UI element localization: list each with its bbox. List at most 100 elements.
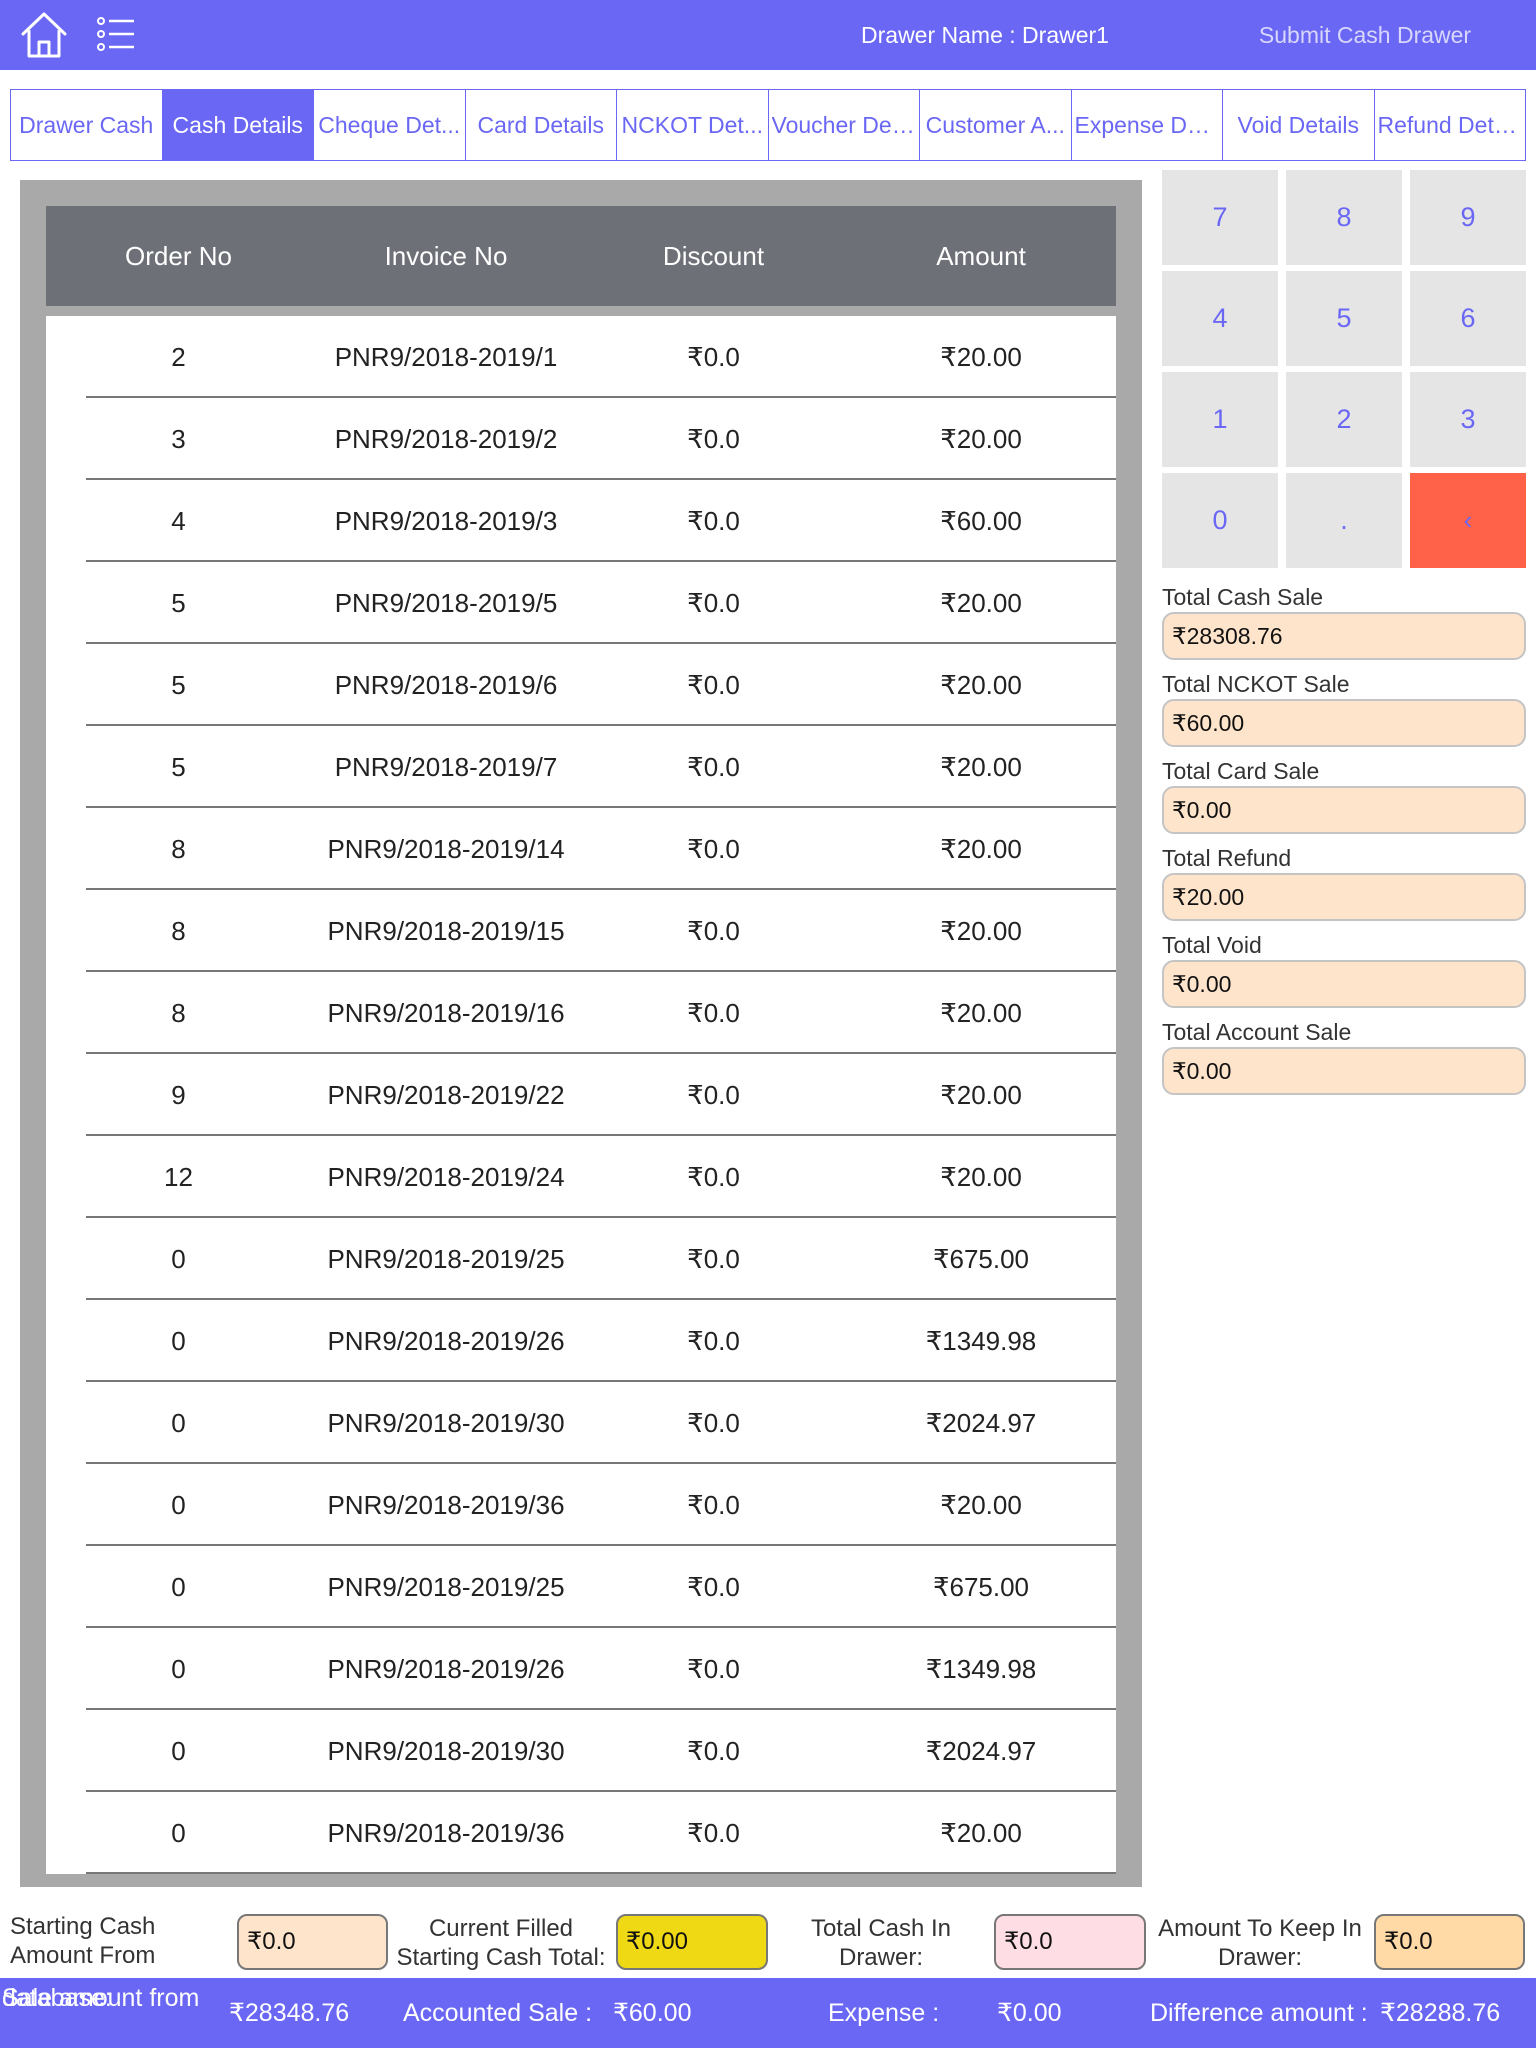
key-8[interactable]: 8 [1286, 170, 1402, 265]
totals-panel: Total Cash Sale ₹28308.76 Total NCKOT Sale… [1162, 582, 1526, 1104]
table-row[interactable]: 8 PNR9/2018-2019/16 ₹0.0 ₹20.00 [46, 972, 1116, 1054]
backspace-key[interactable]: ‹ [1410, 473, 1526, 568]
table-row[interactable]: 2 PNR9/2018-2019/1 ₹0.0 ₹20.00 [46, 316, 1116, 398]
amount-cell: ₹20.00 [940, 915, 1022, 946]
tab-nckot-det[interactable]: NCKOT Det... [617, 90, 769, 160]
amount-cell: ₹20.00 [940, 1079, 1022, 1110]
total-cash-label-line2: Drawer: [838, 1944, 923, 1971]
key-6[interactable]: 6 [1410, 271, 1526, 366]
table-row[interactable]: 0 PNR9/2018-2019/26 ₹0.0 ₹1349.98 [46, 1628, 1116, 1710]
table-row[interactable]: 0 PNR9/2018-2019/36 ₹0.0 ₹20.00 [46, 1792, 1116, 1874]
table-row[interactable]: 5 PNR9/2018-2019/6 ₹0.0 ₹20.00 [46, 644, 1116, 726]
discount-cell: ₹0.0 [687, 915, 740, 946]
tab-cash-details[interactable]: Cash Details [162, 90, 314, 160]
table-row[interactable]: 0 PNR9/2018-2019/25 ₹0.0 ₹675.00 [46, 1218, 1116, 1300]
key-4[interactable]: 4 [1162, 271, 1278, 366]
invoice-no-cell: PNR9/2018-2019/5 [334, 587, 558, 618]
accounted-sale-label: Accounted Sale : [403, 1999, 593, 2027]
top-bar: Drawer Name : Drawer1 Submit Cash Drawer [0, 0, 1536, 70]
table-row[interactable]: 12 PNR9/2018-2019/24 ₹0.0 ₹20.00 [46, 1136, 1116, 1218]
discount-cell: ₹0.0 [687, 1325, 740, 1356]
total-cash-sale-field[interactable]: ₹28308.76 [1162, 612, 1526, 660]
table-row[interactable]: 5 PNR9/2018-2019/5 ₹0.0 ₹20.00 [46, 562, 1116, 644]
order-no-cell: 0 [171, 1489, 186, 1520]
current-filled-input[interactable]: ₹0.00 [616, 1914, 768, 1970]
key-5[interactable]: 5 [1286, 271, 1402, 366]
table-row[interactable]: 4 PNR9/2018-2019/3 ₹0.0 ₹60.00 [46, 480, 1116, 562]
amount-cell: ₹675.00 [932, 1571, 1030, 1602]
tab-customer-a[interactable]: Customer A... [920, 90, 1072, 160]
expense-label: Expense : [828, 1999, 940, 2027]
tab-cheque-det[interactable]: Cheque Det... [314, 90, 466, 160]
expense-value: ₹0.00 [997, 1999, 1062, 2027]
order-no-cell: 0 [171, 1325, 186, 1356]
discount-cell: ₹0.0 [687, 1735, 740, 1766]
tab-void-details[interactable]: Void Details [1223, 90, 1375, 160]
tab-voucher-det[interactable]: Voucher Det... [769, 90, 920, 160]
order-no-cell: 0 [171, 1571, 186, 1602]
key-3[interactable]: 3 [1410, 372, 1526, 467]
drawer-name: Drawer Name : Drawer1 [861, 22, 1109, 48]
starting-cash-label-line2: Amount From [10, 1942, 156, 1969]
total-cash-in-drawer-input[interactable]: ₹0.0 [994, 1914, 1146, 1970]
table-row[interactable]: 0 PNR9/2018-2019/25 ₹0.0 ₹675.00 [46, 1546, 1116, 1628]
invoice-no-cell: PNR9/2018-2019/1 [334, 341, 558, 372]
discount-cell: ₹0.0 [687, 1079, 740, 1110]
invoice-no-cell: PNR9/2018-2019/36 [327, 1817, 565, 1848]
key-decimal[interactable]: . [1286, 473, 1402, 568]
order-no-cell: 0 [171, 1735, 186, 1766]
key-9[interactable]: 9 [1410, 170, 1526, 265]
table-row[interactable]: 8 PNR9/2018-2019/14 ₹0.0 ₹20.00 [46, 808, 1116, 890]
table-row[interactable]: 8 PNR9/2018-2019/15 ₹0.0 ₹20.00 [46, 890, 1116, 972]
key-0[interactable]: 0 [1162, 473, 1278, 568]
total-card-sale-field[interactable]: ₹0.00 [1162, 786, 1526, 834]
total-refund-field[interactable]: ₹20.00 [1162, 873, 1526, 921]
invoice-no-cell: PNR9/2018-2019/24 [327, 1161, 565, 1192]
table-row[interactable]: 0 PNR9/2018-2019/26 ₹0.0 ₹1349.98 [46, 1300, 1116, 1382]
table-body[interactable]: 2 PNR9/2018-2019/1 ₹0.0 ₹20.00 3 PNR9/2018-20… [46, 316, 1116, 1874]
table-row[interactable]: 0 PNR9/2018-2019/30 ₹0.0 ₹2024.97 [46, 1382, 1116, 1464]
amount-cell: ₹60.00 [940, 505, 1022, 536]
key-2[interactable]: 2 [1286, 372, 1402, 467]
invoice-no-cell: PNR9/2018-2019/6 [334, 669, 558, 700]
total-cash-label-line1: Total Cash In [810, 1915, 952, 1942]
amount-cell: ₹20.00 [940, 997, 1022, 1028]
order-no-cell: 8 [171, 833, 186, 864]
table-row[interactable]: 0 PNR9/2018-2019/36 ₹0.0 ₹20.00 [46, 1464, 1116, 1546]
total-cash-sale-label: Total Cash Sale [1162, 584, 1324, 610]
table-row[interactable]: 5 PNR9/2018-2019/7 ₹0.0 ₹20.00 [46, 726, 1116, 808]
table-row[interactable]: 3 PNR9/2018-2019/2 ₹0.0 ₹20.00 [46, 398, 1116, 480]
order-no-cell: 5 [171, 751, 186, 782]
discount-cell: ₹0.0 [687, 1407, 740, 1438]
cash-details-table: Order No Invoice No Discount Amount 2 PNR… [20, 180, 1142, 1887]
starting-cash-label: Starting Cash Amount From [10, 1912, 230, 1970]
key-7[interactable]: 7 [1162, 170, 1278, 265]
submit-cash-drawer-button[interactable]: Submit Cash Drawer [1235, 22, 1495, 49]
column-header-amount: Amount [936, 240, 1026, 271]
total-nckot-sale-field[interactable]: ₹60.00 [1162, 699, 1526, 747]
amount-to-keep-input[interactable]: ₹0.0 [1374, 1914, 1525, 1970]
order-no-cell: 0 [171, 1817, 186, 1848]
tab-label: NCKOT Det... [621, 111, 763, 138]
list-menu-icon[interactable] [96, 16, 136, 52]
order-no-cell: 4 [171, 505, 186, 536]
tab-refund-deta[interactable]: Refund Deta... [1375, 90, 1526, 160]
column-header-discount: Discount [662, 240, 765, 271]
amount-cell: ₹675.00 [932, 1243, 1030, 1274]
home-icon[interactable] [18, 10, 70, 60]
key-1[interactable]: 1 [1162, 372, 1278, 467]
tab-card-details[interactable]: Card Details [466, 90, 617, 160]
starting-cash-input[interactable]: ₹0.0 [237, 1914, 388, 1970]
tab-expense-det[interactable]: Expense Det... [1072, 90, 1223, 160]
total-void-field[interactable]: ₹0.00 [1162, 960, 1526, 1008]
discount-cell: ₹0.0 [687, 669, 740, 700]
order-no-cell: 12 [164, 1161, 193, 1192]
table-row[interactable]: 0 PNR9/2018-2019/30 ₹0.0 ₹2024.97 [46, 1710, 1116, 1792]
amount-cell: ₹20.00 [940, 423, 1022, 454]
invoice-no-cell: PNR9/2018-2019/25 [327, 1243, 565, 1274]
table-row[interactable]: 9 PNR9/2018-2019/22 ₹0.0 ₹20.00 [46, 1054, 1116, 1136]
total-account-sale-field[interactable]: ₹0.00 [1162, 1047, 1526, 1095]
tab-drawer-cash[interactable]: Drawer Cash [11, 90, 163, 160]
order-no-cell: 2 [171, 341, 186, 372]
invoice-no-cell: PNR9/2018-2019/30 [327, 1407, 565, 1438]
